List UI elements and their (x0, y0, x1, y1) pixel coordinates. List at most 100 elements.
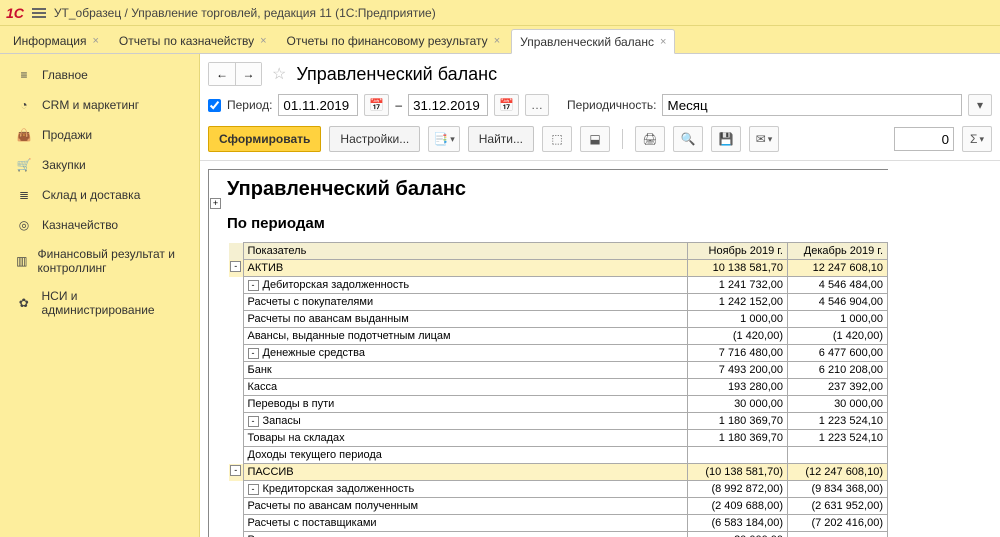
period-checkbox[interactable] (208, 99, 221, 112)
table-row[interactable]: Доходы текущего периода (229, 447, 888, 464)
sidebar-item-sales[interactable]: 👜 Продажи (0, 120, 199, 150)
chevron-down-icon: ▾ (979, 134, 984, 145)
print-button[interactable]: 🖨 (635, 126, 665, 152)
tree-toggle-icon[interactable]: - (248, 280, 259, 291)
chevron-down-icon: ▾ (450, 134, 455, 145)
print-icon: 🖨 (642, 132, 657, 146)
close-icon[interactable]: × (660, 36, 666, 48)
tree-toggle-icon[interactable]: - (230, 261, 241, 272)
sum-input[interactable] (894, 127, 954, 151)
dash-separator: – (395, 98, 402, 112)
favorite-star-icon[interactable]: ☆ (272, 64, 286, 84)
sigma-button[interactable]: Σ▾ (962, 126, 992, 152)
column-header-dec[interactable]: Декабрь 2019 г. (788, 243, 888, 260)
table-row[interactable]: Касса193 280,00237 392,00 (229, 379, 888, 396)
tab-information[interactable]: Информация × (4, 28, 108, 53)
table-row[interactable]: Расчеты по авансам выданным1 000,001 000… (229, 311, 888, 328)
tab-management-balance[interactable]: Управленческий баланс × (511, 29, 675, 54)
app-logo-icon: 1С (6, 5, 24, 21)
expand-rows-button[interactable]: ⬚ (542, 126, 572, 152)
cell-value: (1 420,00) (688, 328, 788, 345)
collapse-rows-button[interactable]: ⬓ (580, 126, 610, 152)
sidebar-item-purchases[interactable]: 🛒 Закупки (0, 150, 199, 180)
row-label: Расчеты по авансам полученным (248, 500, 419, 512)
close-icon[interactable]: × (494, 35, 500, 47)
row-label: Банк (248, 364, 272, 376)
back-button[interactable]: ← (209, 63, 235, 85)
table-row[interactable]: -Денежные средства7 716 480,006 477 600,… (229, 345, 888, 362)
cell-value: (2 409 688,00) (688, 498, 788, 515)
close-icon[interactable]: × (260, 35, 266, 47)
table-row[interactable]: Переводы в пути30 000,0030 000,00 (229, 396, 888, 413)
table-row[interactable]: -Дебиторская задолженность1 241 732,004 … (229, 277, 888, 294)
table-row[interactable]: Расчеты с поставщиками(6 583 184,00)(7 2… (229, 515, 888, 532)
date-from-input[interactable] (278, 94, 358, 116)
bars-icon: ▥ (16, 253, 28, 269)
cell-value: 30 000,00 (788, 396, 888, 413)
table-row[interactable]: -ПАССИВ(10 138 581,70)(12 247 608,10) (229, 464, 888, 481)
tree-toggle-icon[interactable]: - (248, 484, 259, 495)
row-label: Доходы текущего периода (248, 449, 382, 461)
find-button[interactable]: Найти... (468, 126, 534, 152)
home-icon: ≡ (16, 67, 32, 83)
tab-label: Управленческий баланс (520, 35, 654, 49)
cell-value: 1 223 524,10 (788, 413, 888, 430)
cell-value: 1 242 152,00 (688, 294, 788, 311)
generate-button[interactable]: Сформировать (208, 126, 321, 152)
calendar-to-button[interactable]: 📅 (494, 94, 519, 116)
cell-value (788, 532, 888, 537)
table-row[interactable]: -АКТИВ10 138 581,7012 247 608,10 (229, 260, 888, 277)
forward-button[interactable]: → (235, 63, 261, 85)
tree-toggle-icon[interactable]: - (230, 465, 241, 476)
sidebar-item-treasury[interactable]: ◎ Казначейство (0, 210, 199, 240)
table-row[interactable]: Авансы, выданные подотчетным лицам(1 420… (229, 328, 888, 345)
table-row[interactable]: Банк7 493 200,006 210 208,00 (229, 362, 888, 379)
sidebar-item-financial-result[interactable]: ▥ Финансовый результат и контроллинг (0, 240, 199, 282)
main-menu-icon[interactable] (32, 8, 46, 18)
sidebar-item-admin[interactable]: ✿ НСИ и администрирование (0, 282, 199, 324)
tree-toggle-icon[interactable]: - (248, 348, 259, 359)
preview-button[interactable]: 🔍 (673, 126, 703, 152)
sidebar-item-main[interactable]: ≡ Главное (0, 60, 199, 90)
table-row[interactable]: -Кредиторская задолженность(8 992 872,00… (229, 481, 888, 498)
tree-toggle-icon[interactable]: - (248, 416, 259, 427)
send-button[interactable]: ✉▾ (749, 126, 779, 152)
period-dialog-button[interactable]: … (525, 94, 549, 116)
tab-financial-result-reports[interactable]: Отчеты по финансовому результату × (278, 28, 510, 53)
calendar-from-button[interactable]: 📅 (364, 94, 389, 116)
sidebar-item-warehouse[interactable]: ≣ Склад и доставка (0, 180, 199, 210)
save-button[interactable]: 💾 (711, 126, 741, 152)
table-row[interactable]: -Запасы1 180 369,701 223 524,10 (229, 413, 888, 430)
pie-chart-icon: ◔ (16, 97, 32, 113)
cell-value: 1 180 369,70 (688, 413, 788, 430)
periodicity-dropdown-button[interactable]: ▾ (968, 94, 992, 116)
sidebar-item-label: CRM и маркетинг (42, 98, 139, 112)
table-row[interactable]: Расчеты с покупателями1 242 152,004 546 … (229, 294, 888, 311)
sidebar-item-crm[interactable]: ◔ CRM и маркетинг (0, 90, 199, 120)
sidebar-item-label: Главное (42, 68, 88, 82)
column-header-indicator[interactable]: Показатель (243, 243, 688, 260)
table-row[interactable]: Товары на складах1 180 369,701 223 524,1… (229, 430, 888, 447)
cell-value: (1 420,00) (788, 328, 888, 345)
table-row[interactable]: Расчеты по авансам полученным (2 409 688,… (229, 498, 888, 515)
periodicity-select[interactable] (662, 94, 962, 116)
row-label: Товары на складах (248, 432, 345, 444)
mail-icon: ✉ (756, 132, 766, 146)
cell-value: 10 138 581,70 (688, 260, 788, 277)
row-label: Расчеты с покупателями (248, 296, 374, 308)
period-label: Период: (227, 98, 272, 112)
table-row[interactable]: Расходы текущего периода20 000,00 (229, 532, 888, 537)
cell-value: (10 138 581,70) (688, 464, 788, 481)
row-label: Касса (248, 381, 278, 393)
close-icon[interactable]: × (92, 35, 98, 47)
settings-button[interactable]: Настройки... (329, 126, 420, 152)
cell-value: 1 180 369,70 (688, 430, 788, 447)
variants-button[interactable]: 📑▾ (428, 126, 459, 152)
tab-treasury-reports[interactable]: Отчеты по казначейству × (110, 28, 276, 53)
column-header-nov[interactable]: Ноябрь 2019 г. (688, 243, 788, 260)
report-viewport[interactable]: Управленческий баланс По периодам Показа… (200, 161, 1000, 537)
cell-value: 1 000,00 (788, 311, 888, 328)
outline-expand-toggle[interactable]: + (210, 198, 221, 209)
date-to-input[interactable] (408, 94, 488, 116)
cell-value: 1 000,00 (688, 311, 788, 328)
